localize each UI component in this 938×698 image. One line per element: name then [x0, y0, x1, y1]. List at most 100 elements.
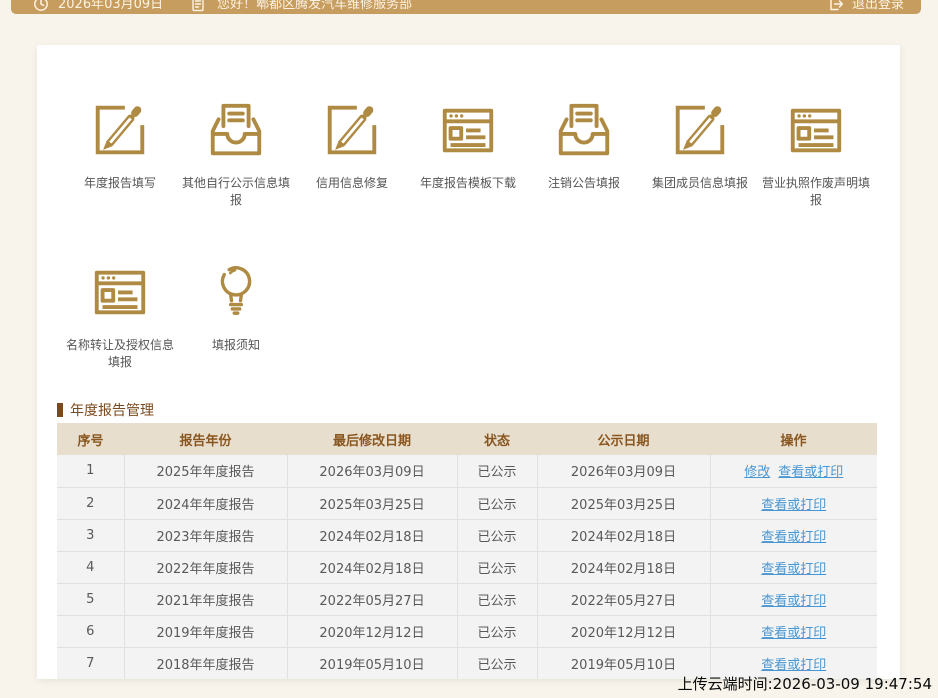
table-row: 32023年年度报告2024年02月18日已公示2024年02月18日查看或打印 [57, 519, 877, 551]
table-row: 52021年年度报告2022年05月27日已公示2022年05月27日查看或打印 [57, 583, 877, 615]
cell-status: 已公示 [457, 583, 537, 615]
shortcut-label: 名称转让及授权信息填报 [62, 337, 178, 371]
bulb-icon [205, 261, 267, 323]
id-card-icon [190, 0, 206, 12]
shortcut-label: 其他自行公示信息填报 [178, 175, 294, 209]
column-header: 操作 [710, 423, 877, 455]
cell-no: 1 [57, 455, 124, 487]
cell-year: 2021年年度报告 [124, 583, 287, 615]
shortcut-item[interactable]: 营业执照作废声明填报 [758, 99, 874, 261]
shortcut-label: 营业执照作废声明填报 [758, 175, 874, 209]
shortcut-item[interactable]: 年度报告模板下载 [410, 99, 526, 261]
column-header: 最后修改日期 [287, 423, 457, 455]
shortcut-label: 集团成员信息填报 [652, 175, 748, 192]
cell-publish: 2024年02月18日 [537, 551, 710, 583]
cell-no: 4 [57, 551, 124, 583]
cell-year: 2022年年度报告 [124, 551, 287, 583]
logout-label: 退出登录 [852, 0, 904, 12]
cell-no: 5 [57, 583, 124, 615]
shortcut-item[interactable]: 其他自行公示信息填报 [178, 99, 294, 261]
annual-report-table: 序号报告年份最后修改日期状态公示日期操作 12025年年度报告2026年03月0… [57, 423, 877, 679]
inbox-doc-icon [205, 99, 267, 161]
view-print-link[interactable]: 查看或打印 [761, 530, 826, 545]
shortcut-item[interactable]: 注销公告填报 [526, 99, 642, 261]
cell-modified: 2022年05月27日 [287, 583, 457, 615]
cell-modified: 2026年03月09日 [287, 455, 457, 487]
section-title-text: 年度报告管理 [70, 400, 154, 420]
view-print-link[interactable]: 查看或打印 [761, 626, 826, 641]
edit-square-icon [669, 99, 731, 161]
cell-no: 3 [57, 519, 124, 551]
cell-actions: 查看或打印 [710, 487, 877, 519]
cell-no: 7 [57, 647, 124, 679]
table-row: 42022年年度报告2024年02月18日已公示2024年02月18日查看或打印 [57, 551, 877, 583]
view-print-link[interactable]: 查看或打印 [761, 562, 826, 577]
shortcut-label: 年度报告填写 [84, 175, 156, 192]
table-row: 22024年年度报告2025年03月25日已公示2025年03月25日查看或打印 [57, 487, 877, 519]
cell-publish: 2026年03月09日 [537, 455, 710, 487]
view-print-link[interactable]: 查看或打印 [761, 594, 826, 609]
upload-time: 上传云端时间:2026-03-09 19:47:54 [678, 673, 932, 694]
clock-icon [33, 0, 49, 12]
topbar: 2026年03月09日 您好！郫都区腾发汽车维修服务部 退出登录 [11, 0, 921, 14]
cell-actions: 查看或打印 [710, 551, 877, 583]
cell-publish: 2020年12月12日 [537, 615, 710, 647]
section-marker [57, 403, 63, 417]
cell-year: 2018年年度报告 [124, 647, 287, 679]
cell-publish: 2024年02月18日 [537, 519, 710, 551]
browser-card-icon [785, 99, 847, 161]
page: { "topbar": { "date": "2026年03月09日", "gr… [0, 0, 938, 698]
table-row: 12025年年度报告2026年03月09日已公示2026年03月09日修改查看或… [57, 455, 877, 487]
cell-year: 2023年年度报告 [124, 519, 287, 551]
cell-modified: 2024年02月18日 [287, 551, 457, 583]
shortcut-item[interactable]: 年度报告填写 [62, 99, 178, 261]
cell-year: 2024年年度报告 [124, 487, 287, 519]
view-print-link[interactable]: 查看或打印 [761, 658, 826, 673]
column-header: 序号 [57, 423, 124, 455]
table-row: 62019年年度报告2020年12月12日已公示2020年12月12日查看或打印 [57, 615, 877, 647]
column-header: 报告年份 [124, 423, 287, 455]
table-header-row: 序号报告年份最后修改日期状态公示日期操作 [57, 423, 877, 455]
shortcut-item[interactable]: 填报须知 [178, 261, 294, 423]
logout-button[interactable]: 退出登录 [820, 0, 904, 12]
shortcut-label: 信用信息修复 [316, 175, 388, 192]
shortcut-grid: 年度报告填写 其他自行公示信息填报 信用信息修复 年度报告模板下载注销公告填报集团成员… [62, 99, 874, 423]
section-title: 年度报告管理 [57, 400, 154, 420]
inbox-doc-icon [553, 99, 615, 161]
view-print-link[interactable]: 查看或打印 [778, 465, 843, 480]
browser-card-icon [437, 99, 499, 161]
cell-modified: 2020年12月12日 [287, 615, 457, 647]
shortcut-item[interactable]: 名称转让及授权信息填报 [62, 261, 178, 423]
cell-publish: 2025年03月25日 [537, 487, 710, 519]
shortcut-item[interactable]: 信用信息修复 [294, 99, 410, 261]
shortcut-label: 年度报告模板下载 [420, 175, 516, 192]
topbar-date: 2026年03月09日 [58, 0, 163, 12]
cell-actions: 查看或打印 [710, 519, 877, 551]
main-card: 年度报告填写 其他自行公示信息填报 信用信息修复 年度报告模板下载注销公告填报集团成员… [37, 45, 900, 679]
shortcut-item[interactable]: 集团成员信息填报 [642, 99, 758, 261]
edit-square-icon [89, 99, 151, 161]
cell-publish: 2022年05月27日 [537, 583, 710, 615]
cell-actions: 修改查看或打印 [710, 455, 877, 487]
cell-modified: 2025年03月25日 [287, 487, 457, 519]
column-header: 公示日期 [537, 423, 710, 455]
browser-card-icon [89, 261, 151, 323]
cell-status: 已公示 [457, 551, 537, 583]
topbar-left: 2026年03月09日 您好！郫都区腾发汽车维修服务部 [33, 0, 412, 12]
logout-icon [828, 0, 844, 12]
cell-status: 已公示 [457, 615, 537, 647]
cell-year: 2019年年度报告 [124, 615, 287, 647]
cell-no: 2 [57, 487, 124, 519]
cell-status: 已公示 [457, 647, 537, 679]
column-header: 状态 [457, 423, 537, 455]
cell-actions: 查看或打印 [710, 583, 877, 615]
shortcut-label: 填报须知 [212, 337, 260, 354]
cell-no: 6 [57, 615, 124, 647]
cell-year: 2025年年度报告 [124, 455, 287, 487]
cell-modified: 2019年05月10日 [287, 647, 457, 679]
modify-link[interactable]: 修改 [744, 465, 770, 480]
cell-modified: 2024年02月18日 [287, 519, 457, 551]
view-print-link[interactable]: 查看或打印 [761, 498, 826, 513]
cell-status: 已公示 [457, 487, 537, 519]
cell-status: 已公示 [457, 455, 537, 487]
